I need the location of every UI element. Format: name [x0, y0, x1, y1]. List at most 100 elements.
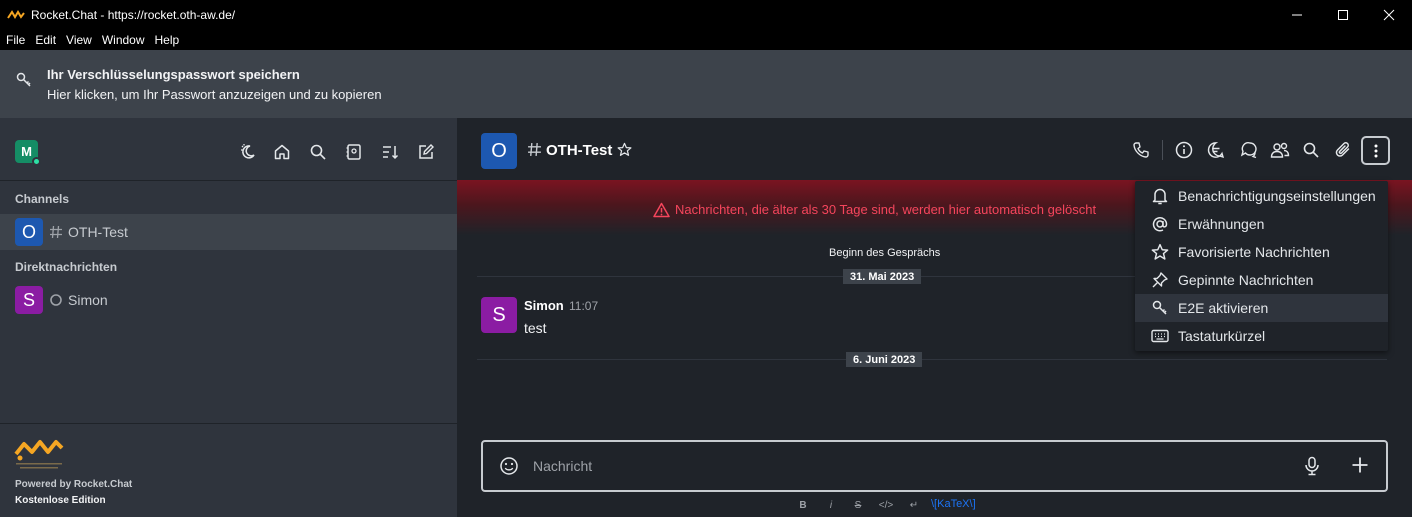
menu-bar: File Edit View Window Help	[0, 30, 1412, 50]
user-avatar-initial: M	[21, 144, 32, 159]
bold-format-button[interactable]: B	[798, 498, 808, 512]
at-icon	[1151, 215, 1169, 233]
kebab-icon	[1374, 144, 1377, 157]
sort-button[interactable]	[380, 142, 400, 162]
home-button[interactable]	[272, 142, 292, 162]
directory-button[interactable]	[344, 142, 364, 162]
direct-section-label: Direktnachrichten	[15, 260, 118, 274]
search-icon	[1303, 142, 1319, 158]
channels-section-label: Channels	[15, 192, 70, 206]
kebab-dropdown-menu: Benachrichtigungseinstellungen Erwähnung…	[1135, 181, 1388, 351]
private-channel-icon	[527, 142, 542, 157]
conversation-start-label: Beginn des Gesprächs	[829, 247, 941, 259]
edition-label: Kostenlose Edition	[15, 495, 106, 506]
message-author[interactable]: Simon	[524, 298, 564, 313]
maximize-button[interactable]	[1320, 0, 1366, 30]
star-icon	[617, 142, 632, 156]
menu-item-enable-e2e[interactable]: E2E aktivieren	[1135, 294, 1388, 322]
menu-file[interactable]: File	[0, 33, 30, 47]
menu-edit[interactable]: Edit	[30, 33, 61, 47]
italic-format-button[interactable]: i	[826, 498, 836, 512]
message-text: test	[524, 320, 547, 336]
room-header: O OTH-Test	[457, 118, 1412, 182]
create-new-button[interactable]	[416, 142, 436, 162]
room-avatar[interactable]: O	[481, 133, 517, 169]
plus-icon	[1352, 457, 1368, 473]
menu-item-label: Benachrichtigungseinstellungen	[1178, 188, 1376, 204]
search-messages-button[interactable]	[1301, 140, 1321, 160]
theme-moon-icon	[241, 144, 255, 159]
window-title: Rocket.Chat - https://rocket.oth-aw.de/	[31, 8, 236, 22]
pin-icon	[1151, 271, 1169, 289]
discussions-button[interactable]	[1239, 140, 1259, 160]
katex-format-button[interactable]: \[KaTeX\]	[931, 498, 976, 510]
emoji-icon	[500, 457, 518, 475]
retention-warning-text: Nachrichten, die älter als 30 Tage sind,…	[675, 202, 1097, 217]
menu-item-keyboard-shortcuts[interactable]: Tastaturkürzel	[1135, 322, 1388, 350]
close-icon	[1383, 9, 1395, 21]
emoji-button[interactable]	[499, 456, 519, 476]
kebab-menu-button[interactable]	[1361, 136, 1390, 165]
room-name: OTH-Test	[68, 224, 128, 240]
menu-view[interactable]: View	[61, 33, 97, 47]
add-attachment-button[interactable]	[1351, 456, 1369, 474]
sidebar-footer: Powered by Rocket.Chat Kostenlose Editio…	[0, 423, 457, 517]
header-separator	[1162, 140, 1163, 160]
discussion-icon	[1240, 142, 1257, 159]
maximize-icon	[1338, 10, 1348, 20]
message-time: 11:07	[569, 299, 599, 313]
call-button[interactable]	[1131, 140, 1151, 160]
rocketchat-logo-icon	[7, 10, 25, 19]
sidebar: M Channels O OTH-Test Direktnachrichten	[0, 118, 457, 517]
star-icon	[1151, 243, 1169, 261]
menu-item-label: Gepinnte Nachrichten	[1178, 272, 1314, 288]
offline-status-icon	[49, 293, 63, 307]
title-bar: Rocket.Chat - https://rocket.oth-aw.de/	[0, 0, 1412, 30]
record-audio-button[interactable]	[1303, 456, 1321, 476]
online-status-dot	[32, 157, 41, 166]
minimize-button[interactable]	[1274, 0, 1320, 30]
menu-item-pinned-messages[interactable]: Gepinnte Nachrichten	[1135, 266, 1388, 294]
home-icon	[274, 144, 290, 160]
room-title: OTH-Test	[546, 142, 613, 159]
message-avatar[interactable]: S	[481, 297, 517, 333]
user-avatar[interactable]: M	[15, 140, 41, 166]
menu-help[interactable]: Help	[150, 33, 185, 47]
sidebar-item-oth-test[interactable]: O OTH-Test	[0, 214, 457, 250]
favorite-star-button[interactable]	[617, 142, 632, 157]
private-channel-icon	[49, 225, 63, 239]
search-icon	[310, 144, 326, 160]
phone-icon	[1133, 142, 1149, 158]
menu-item-notification-settings[interactable]: Benachrichtigungseinstellungen	[1135, 182, 1388, 210]
room-name: Simon	[68, 292, 108, 308]
banner-text: Hier klicken, um Ihr Passwort anzuzeigen…	[47, 87, 382, 102]
close-window-button[interactable]	[1366, 0, 1412, 30]
sidebar-header: M	[0, 118, 457, 181]
date-chip: 31. Mai 2023	[843, 269, 922, 284]
members-button[interactable]	[1270, 140, 1290, 160]
strike-format-button[interactable]: S	[853, 498, 863, 512]
menu-item-label: Tastaturkürzel	[1178, 328, 1266, 344]
banner-title: Ihr Verschlüsselungspasswort speichern	[47, 67, 300, 82]
keyboard-icon	[1151, 327, 1169, 345]
multiline-format-button[interactable]: ↵	[907, 498, 921, 512]
menu-item-mentions[interactable]: Erwähnungen	[1135, 210, 1388, 238]
minimize-icon	[1292, 14, 1302, 16]
menu-item-starred-messages[interactable]: Favorisierte Nachrichten	[1135, 238, 1388, 266]
room-info-button[interactable]	[1174, 140, 1194, 160]
sort-icon	[383, 146, 399, 160]
room-avatar: O	[15, 218, 43, 246]
search-button[interactable]	[308, 142, 328, 162]
theme-toggle-button[interactable]	[238, 142, 258, 162]
e2e-password-banner[interactable]: Ihr Verschlüsselungspasswort speichern H…	[0, 50, 1412, 118]
microphone-icon	[1305, 456, 1319, 476]
threads-button[interactable]	[1206, 140, 1226, 160]
date-chip: 6. Juni 2023	[846, 352, 923, 367]
message-input[interactable]	[533, 455, 1233, 477]
info-icon	[1175, 141, 1193, 159]
menu-window[interactable]: Window	[97, 33, 150, 47]
files-button[interactable]	[1333, 140, 1353, 160]
sidebar-item-simon[interactable]: S Simon	[0, 282, 457, 318]
key-icon	[1151, 299, 1169, 317]
code-format-button[interactable]: </>	[877, 498, 895, 512]
